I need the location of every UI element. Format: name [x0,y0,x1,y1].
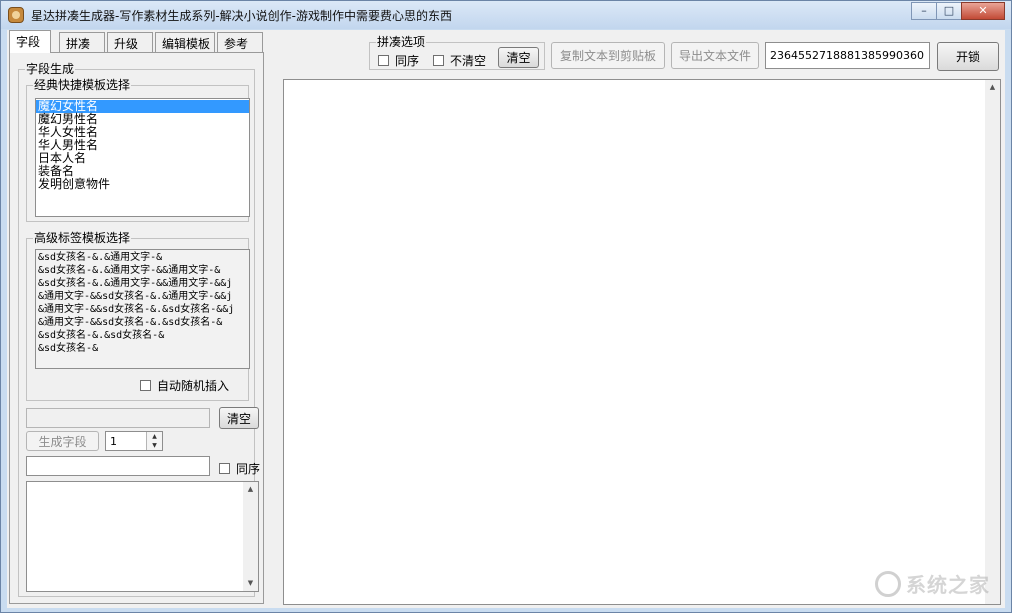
tab-combine[interactable]: 拼凑 [59,32,105,52]
template-line: &通用文字-&&sd女孩名-&.&sd女孩名-& [38,317,223,328]
main-output-area[interactable]: ▲ 系统之家 [283,79,1001,605]
caption-buttons: – □ ✕ [911,2,1005,20]
no-clear-label: 不清空 [450,54,487,68]
template-line: &通用文字-&&sd女孩名-&.&通用文字-&&j [38,291,233,302]
window-title: 星达拼凑生成器-写作素材生成系列-解决小说创作-游戏制作中需要费心思的东西 [31,9,452,23]
tab-label: 编辑模板 [162,37,211,51]
client-area: 字段 拼凑 升级 编辑模板 参考 字段生成 经典快捷模板选择 魔幻女性名 魔幻男… [7,30,1005,608]
template-line: &通用文字-&&sd女孩名-&.&sd女孩名-&&j [38,304,235,315]
app-window: 星达拼凑生成器-写作素材生成系列-解决小说创作-游戏制作中需要费心思的东西 – … [0,0,1012,613]
tab-label: 参考 [224,37,249,51]
close-icon[interactable]: ✕ [961,2,1005,20]
output-scrollbar[interactable]: ▲ ▼ [243,482,258,591]
template-line: &sd女孩名-&.&sd女孩名-& [38,330,165,341]
chevron-up-icon[interactable]: ▲ [147,432,162,441]
watermark: 系统之家 [875,569,990,598]
auto-insert-label: 自动随机插入 [157,379,230,393]
same-order-checkbox[interactable]: 同序 [378,52,419,69]
advanced-template-title: 高级标签模板选择 [33,231,132,245]
advanced-template-text[interactable]: &sd女孩名-&.&通用文字-& &sd女孩名-&.&通用文字-&&通用文字-&… [35,249,250,369]
scroll-down-icon[interactable]: ▼ [243,576,258,591]
count-value: 1 [110,434,117,448]
list-item[interactable]: 发明创意物件 [36,178,249,191]
tab-fields[interactable]: 字段 [9,30,51,53]
combine-options-group: 拼凑选项 同序 不清空 清空 [369,35,545,70]
generate-field-button[interactable]: 生成字段 [26,431,99,451]
fields-tab-panel: 字段生成 经典快捷模板选择 魔幻女性名 魔幻男性名 华人女性名 华人男性名 日本… [9,52,264,604]
app-icon [8,7,24,23]
clear-output-button[interactable]: 清空 [498,47,539,68]
template-input[interactable] [26,408,210,428]
field-generation-group: 字段生成 经典快捷模板选择 魔幻女性名 魔幻男性名 华人女性名 华人男性名 日本… [18,62,260,597]
minimize-icon[interactable]: – [911,2,937,20]
scroll-up-icon[interactable]: ▲ [985,80,1000,95]
watermark-logo-icon [875,570,901,597]
count-spin-buttons[interactable]: ▲ ▼ [146,432,162,450]
checkbox-box[interactable] [219,463,230,474]
template-line: &sd女孩名-&.&通用文字-& [38,252,163,263]
no-clear-checkbox[interactable]: 不清空 [433,52,486,69]
advanced-template-group: 高级标签模板选择 &sd女孩名-&.&通用文字-& &sd女孩名-&.&通用文字… [26,231,250,401]
field-same-order-checkbox[interactable]: 同序 [219,460,260,477]
export-text-button[interactable]: 导出文本文件 [671,42,759,69]
tab-edit-template[interactable]: 编辑模板 [155,32,215,52]
maximize-icon[interactable]: □ [936,2,962,20]
watermark-text: 系统之家 [906,573,990,597]
field-output-textarea[interactable]: ▲ ▼ [26,481,259,592]
copy-to-clipboard-button[interactable]: 复制文本到剪贴板 [551,42,665,69]
same-order-label: 同序 [395,54,420,68]
tab-label: 拼凑 [66,37,91,51]
tab-reference[interactable]: 参考 [217,32,263,52]
same-order-label: 同序 [236,462,261,476]
tab-label: 字段 [16,35,41,49]
template-line: &sd女孩名-&.&通用文字-&&通用文字-&&j [38,278,233,289]
serial-input[interactable]: 2364552718881385990360 [765,42,930,69]
scroll-up-icon[interactable]: ▲ [243,482,258,497]
tab-label: 升级 [114,37,139,51]
tab-upgrade[interactable]: 升级 [107,32,153,52]
template-line: &sd女孩名-&.&通用文字-&&通用文字-& [38,265,221,276]
filter-input[interactable] [26,456,210,476]
classic-template-list[interactable]: 魔幻女性名 魔幻男性名 华人女性名 华人男性名 日本人名 装备名 发明创意物件 [35,98,250,217]
checkbox-box[interactable] [433,55,444,66]
chevron-down-icon[interactable]: ▼ [147,441,162,450]
field-generation-title: 字段生成 [25,62,76,76]
clear-field-button[interactable]: 清空 [219,407,259,429]
main-scrollbar[interactable]: ▲ [985,80,1000,604]
unlock-button[interactable]: 开锁 [937,42,999,71]
checkbox-box[interactable] [378,55,389,66]
auto-insert-checkbox[interactable]: 自动随机插入 [140,377,229,394]
title-bar: 星达拼凑生成器-写作素材生成系列-解决小说创作-游戏制作中需要费心思的东西 – … [1,1,1011,29]
combine-options-title: 拼凑选项 [376,35,427,49]
classic-template-group: 经典快捷模板选择 魔幻女性名 魔幻男性名 华人女性名 华人男性名 日本人名 装备… [26,78,250,222]
classic-template-title: 经典快捷模板选择 [33,78,132,92]
checkbox-box[interactable] [140,380,151,391]
template-line: &sd女孩名-& [38,343,99,354]
